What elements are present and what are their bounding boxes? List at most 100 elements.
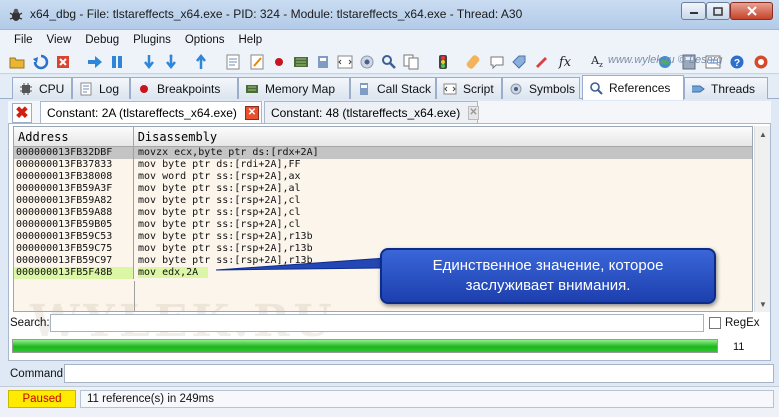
- menu-help[interactable]: Help: [232, 34, 270, 46]
- reference-tab-bar: Constant: 2A (tlstareffects_x64.exe) ✕ C…: [8, 101, 771, 123]
- labels-icon[interactable]: [510, 53, 528, 71]
- traffic-light-icon[interactable]: [434, 53, 452, 71]
- bug-icon: [9, 8, 23, 21]
- address-cell: 000000013FB59A88: [14, 207, 134, 219]
- subtab-label: Constant: 2A (tlstareffects_x64.exe): [47, 105, 237, 120]
- subtab-constant-2a[interactable]: Constant: 2A (tlstareffects_x64.exe) ✕: [40, 101, 262, 123]
- run-icon[interactable]: [86, 53, 104, 71]
- callout-line-2: заслуживает внимания.: [465, 277, 631, 294]
- help-icon[interactable]: ?: [728, 53, 746, 71]
- font-icon[interactable]: Az: [588, 53, 606, 71]
- disassembly-text: mov byte ptr ss:[rsp+2A],al: [138, 183, 301, 194]
- disassembly-text: mov word ptr ss:[rsp+2A],ax: [138, 171, 301, 182]
- menu-debug[interactable]: Debug: [78, 34, 126, 46]
- comments-icon[interactable]: [488, 53, 506, 71]
- tab-symbols[interactable]: Symbols: [502, 77, 580, 99]
- table-row[interactable]: 000000013FB59C53 mov byte ptr ss:[rsp+2A]…: [14, 231, 752, 243]
- reference-count: 11: [733, 341, 745, 353]
- close-tab-icon[interactable]: ✕: [468, 105, 479, 120]
- disassembly-cell: mov byte ptr ss:[rsp+2A],r13b: [134, 243, 313, 255]
- restart-icon[interactable]: [32, 53, 50, 71]
- tab-memory-map[interactable]: Memory Map: [238, 77, 350, 99]
- scroll-down-icon[interactable]: ▼: [755, 296, 771, 312]
- bookmarks-icon[interactable]: [532, 53, 550, 71]
- log-icon[interactable]: [224, 53, 242, 71]
- step-over-icon[interactable]: [162, 53, 180, 71]
- callout-pointer: [216, 258, 386, 271]
- symbols-icon: [509, 82, 523, 96]
- disassembly-text: mov byte ptr ss:[rsp+2A],cl: [138, 219, 301, 230]
- table-row[interactable]: 000000013FB59A88 mov byte ptr ss:[rsp+2A]…: [14, 207, 752, 219]
- window-title: x64_dbg - File: tlstareffects_x64.exe - …: [30, 7, 523, 21]
- menu-view[interactable]: View: [40, 34, 79, 46]
- disassembly-cell: movzx ecx,byte ptr ds:[rdx+2A]: [134, 147, 319, 159]
- pause-icon[interactable]: [108, 53, 126, 71]
- search-input[interactable]: [50, 314, 704, 332]
- disassembly-text: mov byte ptr ss:[rsp+2A],cl: [138, 195, 301, 206]
- debug-state-badge: Paused: [8, 390, 76, 408]
- tab-cpu[interactable]: CPU: [12, 77, 72, 99]
- memory-icon[interactable]: [292, 53, 310, 71]
- disassembly-cell: mov byte ptr ss:[rsp+2A],cl: [134, 219, 301, 231]
- tab-label: Threads: [711, 81, 756, 96]
- close-all-tabs-button[interactable]: ✖: [12, 103, 32, 123]
- copy-icon[interactable]: [402, 53, 420, 71]
- table-header: Address Disassembly: [14, 127, 752, 147]
- tab-threads[interactable]: Threads: [684, 77, 768, 99]
- about-icon[interactable]: [752, 53, 770, 71]
- notes-icon[interactable]: [248, 53, 266, 71]
- minimize-button[interactable]: [681, 2, 706, 20]
- menu-file[interactable]: File: [0, 34, 40, 46]
- tab-breakpoints[interactable]: Breakpoints: [130, 77, 238, 99]
- functions-icon[interactable]: fx: [556, 53, 574, 71]
- log-icon: [79, 82, 93, 96]
- address-cell: 000000013FB59C97: [14, 255, 134, 267]
- vertical-scrollbar[interactable]: ▲ ▼: [754, 126, 770, 312]
- table-row[interactable]: 000000013FB32DBF movzx ecx,byte ptr ds:[r…: [14, 147, 752, 159]
- scroll-up-icon[interactable]: ▲: [755, 126, 771, 142]
- menu-options[interactable]: Options: [178, 34, 232, 46]
- progress-fill: [13, 340, 717, 352]
- run-to-user-code-icon[interactable]: [192, 53, 210, 71]
- subtab-constant-48[interactable]: Constant: 48 (tlstareffects_x64.exe) ✕: [264, 101, 479, 123]
- tab-label: Script: [463, 81, 494, 96]
- tab-label: Log: [99, 81, 120, 96]
- call-stack-icon[interactable]: [314, 53, 332, 71]
- open-file-icon[interactable]: [8, 53, 26, 71]
- close-button[interactable]: [730, 2, 773, 20]
- disassembly-cell: mov byte ptr ss:[rsp+2A],al: [134, 183, 301, 195]
- table-row[interactable]: 000000013FB38008 mov word ptr ss:[rsp+2A]…: [14, 171, 752, 183]
- regex-checkbox[interactable]: [709, 317, 721, 329]
- breakpoint-icon[interactable]: [270, 53, 288, 71]
- table-row[interactable]: 000000013FB59B05 mov byte ptr ss:[rsp+2A]…: [14, 219, 752, 231]
- address-cell: 000000013FB59A82: [14, 195, 134, 207]
- tab-references[interactable]: References: [582, 75, 684, 100]
- script-icon[interactable]: [336, 53, 354, 71]
- tab-call-stack[interactable]: Call Stack: [350, 77, 436, 99]
- close-tab-icon[interactable]: ✕: [244, 105, 259, 120]
- tab-script[interactable]: Script: [436, 77, 502, 99]
- minimize-icon: [689, 12, 698, 14]
- address-cell: 000000013FB59A3F: [14, 183, 134, 195]
- symbols-icon[interactable]: [358, 53, 376, 71]
- references-icon: [589, 81, 603, 95]
- menu-plugins[interactable]: Plugins: [126, 34, 178, 46]
- maximize-icon: [713, 6, 723, 16]
- patch-icon[interactable]: [464, 53, 482, 71]
- status-bar: Paused 11 reference(s) in 249ms: [0, 386, 779, 417]
- find-icon[interactable]: [380, 53, 398, 71]
- cpu-icon: [19, 82, 33, 96]
- tab-log[interactable]: Log: [72, 77, 130, 99]
- search-label: Search:: [10, 317, 50, 329]
- command-input[interactable]: [64, 364, 774, 383]
- maximize-button[interactable]: [706, 2, 730, 20]
- close-process-icon[interactable]: [54, 53, 72, 71]
- column-disassembly[interactable]: Disassembly: [134, 127, 752, 146]
- disassembly-cell: mov byte ptr ss:[rsp+2A],cl: [134, 195, 301, 207]
- step-into-icon[interactable]: [140, 53, 158, 71]
- table-row[interactable]: 000000013FB37833 mov byte ptr ds:[rdi+2A]…: [14, 159, 752, 171]
- column-address[interactable]: Address: [14, 127, 134, 146]
- table-row[interactable]: 000000013FB59A3F mov byte ptr ss:[rsp+2A]…: [14, 183, 752, 195]
- table-row[interactable]: 000000013FB59A82 mov byte ptr ss:[rsp+2A]…: [14, 195, 752, 207]
- tab-label: Breakpoints: [157, 81, 221, 96]
